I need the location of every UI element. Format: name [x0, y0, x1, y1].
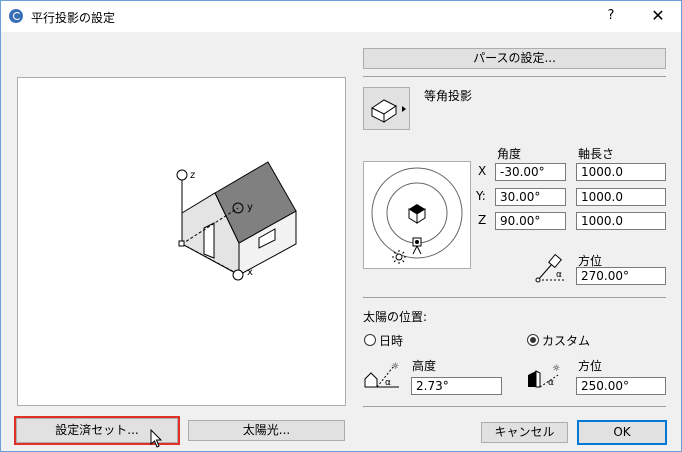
sun-position-label: 太陽の位置:: [363, 310, 428, 324]
altitude-label: 高度: [412, 359, 437, 373]
view-azimuth-icon: α: [535, 253, 564, 283]
mouse-cursor-icon: [150, 429, 163, 448]
house-door: [203, 222, 215, 259]
z-length-field[interactable]: 1000.0: [576, 212, 666, 230]
origin-handle[interactable]: [178, 240, 185, 247]
perspective-settings-button[interactable]: パースの設定...: [363, 48, 666, 69]
projection-type-label: 等角投影: [424, 89, 473, 103]
divider: [363, 76, 666, 77]
axis-direction-compass[interactable]: [363, 161, 471, 269]
svg-text:α: α: [548, 378, 554, 388]
z-angle-field[interactable]: 90.00°: [495, 212, 566, 230]
y-angle-field[interactable]: 30.00°: [495, 188, 566, 206]
sun-azimuth-field[interactable]: 250.00°: [576, 377, 666, 395]
z-axis-label: z: [190, 170, 195, 181]
x-length-field[interactable]: 1000.0: [576, 163, 666, 181]
parallel-projection-dialog: 平行投影の設定 ? ✕ z y x 設定済セット... 太陽光... パースの設…: [0, 0, 682, 452]
ok-button[interactable]: OK: [577, 420, 667, 445]
datetime-radio-label[interactable]: 日時: [379, 332, 403, 349]
svg-text:α: α: [385, 378, 391, 388]
datetime-radio[interactable]: [364, 334, 376, 346]
svg-text:☼: ☼: [552, 364, 560, 374]
y-length-field[interactable]: 1000.0: [576, 188, 666, 206]
projection-type-button[interactable]: [363, 87, 410, 130]
compass-rings: [371, 167, 463, 264]
sun-marker-icon: [392, 250, 406, 264]
custom-radio[interactable]: [527, 334, 539, 346]
custom-radio-label[interactable]: カスタム: [542, 332, 590, 349]
svg-text:☼: ☼: [391, 362, 399, 372]
svg-text:α: α: [556, 270, 562, 280]
title-bar: 平行投影の設定 ? ✕: [1, 1, 681, 32]
sun-altitude-icon: ☼ α: [364, 362, 399, 388]
divider: [363, 297, 666, 298]
dropdown-arrow-icon: [402, 106, 406, 112]
sun-azimuth-label: 方位: [578, 359, 603, 373]
close-button[interactable]: ✕: [641, 3, 675, 29]
axis-y-label: Y:: [476, 189, 486, 203]
app-logo-icon: [9, 9, 23, 23]
x-angle-field[interactable]: -30.00°: [495, 163, 566, 181]
x-axis-label: x: [247, 267, 253, 278]
z-axis-handle[interactable]: [176, 169, 188, 181]
y-axis-label: y: [247, 202, 253, 213]
x-axis-handle[interactable]: [232, 269, 244, 281]
axis-x-label: X: [478, 164, 487, 178]
angle-header: 角度: [497, 147, 522, 161]
divider: [363, 406, 666, 407]
house-preview-illustration: z y x: [176, 161, 297, 281]
camera-marker-icon: [412, 237, 422, 255]
view-azimuth-field[interactable]: 270.00°: [576, 267, 666, 285]
sun-light-button[interactable]: 太陽光...: [188, 420, 345, 441]
preview-panel: z y x: [17, 77, 346, 406]
isometric-house-icon: [371, 99, 406, 123]
cancel-button[interactable]: キャンセル: [481, 422, 568, 443]
dialog-title: 平行投影の設定: [31, 11, 116, 25]
altitude-field[interactable]: 2.73°: [411, 377, 502, 395]
axis-length-header: 軸長さ: [578, 147, 615, 161]
sun-azimuth-icon: ☼ α: [528, 364, 560, 388]
help-button[interactable]: ?: [597, 3, 625, 29]
axis-z-label: Z: [478, 213, 487, 227]
